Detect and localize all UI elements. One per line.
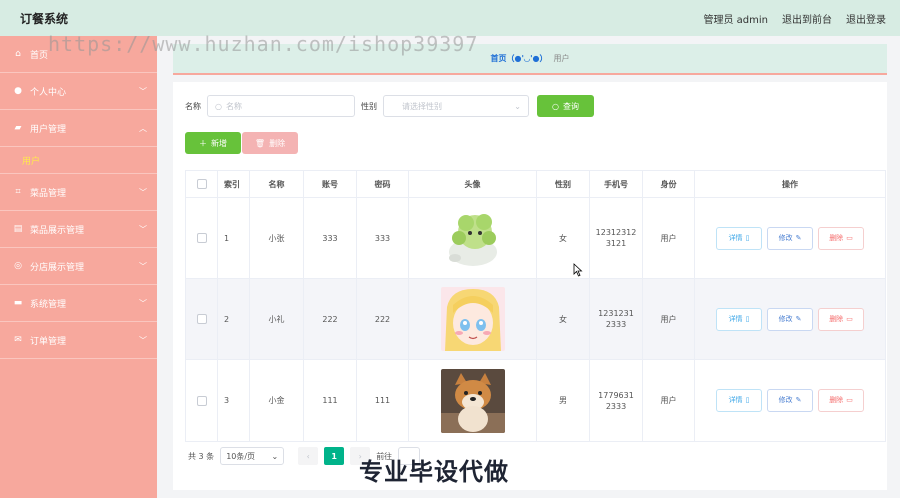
chat-icon: ▬ [13, 298, 23, 308]
header-avatar: 头像 [409, 171, 537, 197]
back-to-front-link[interactable]: 退出到前台 [782, 11, 832, 26]
trash-icon: ▭ [846, 396, 853, 404]
document-icon: ▯ [745, 314, 750, 323]
batch-delete-button[interactable]: 🗑 删除 [242, 132, 298, 154]
delete-button[interactable]: 删除 ▭ [818, 389, 864, 412]
sidebar-subitem-user[interactable]: 用户 [0, 147, 157, 174]
search-bar: 名称 ○ 名称 性别 请选择性别 ⌄ ○ 查询 [185, 95, 594, 117]
sidebar-item-branch-display[interactable]: ◎ 分店展示管理 ﹀ [0, 248, 157, 285]
search-button[interactable]: ○ 查询 [537, 95, 594, 117]
sidebar-item-dish-management[interactable]: ⌗ 菜品管理 ﹀ [0, 174, 157, 211]
header-ops: 操作 [782, 179, 798, 189]
edit-button[interactable]: 修改 ✎ [767, 226, 813, 250]
chevron-down-icon: ﹀ [139, 187, 147, 197]
avatar [440, 287, 505, 351]
search-icon: ○ [552, 101, 559, 111]
total-count: 共 3 条 [188, 451, 215, 461]
trash-icon: ▭ [846, 233, 853, 242]
row-checkbox[interactable] [196, 233, 207, 243]
logout-link[interactable]: 退出登录 [846, 11, 886, 26]
breadcrumb: 首页（●'◡'●） 用户 [173, 44, 887, 75]
header-password: 密码 [357, 171, 409, 197]
sidebar-item-user-management[interactable]: ▰ 用户管理 ︿ [0, 110, 157, 147]
mouse-cursor-icon [573, 263, 583, 277]
breadcrumb-current: 用户 [553, 54, 570, 63]
chevron-left-icon: ‹ [306, 451, 310, 461]
edit-button[interactable]: 修改 ✎ [767, 389, 813, 412]
page-number-current[interactable]: 1 [324, 447, 345, 465]
sidebar-item-home[interactable]: ⌂ 首页 [0, 36, 157, 73]
breadcrumb-home[interactable]: 首页（●'◡'●） [490, 53, 547, 64]
chevron-up-icon: ︿ [139, 123, 147, 133]
top-header: 订餐系统 管理员 admin 退出到前台 退出登录 [0, 0, 900, 36]
sidebar-item-dish-display[interactable]: ▤ 菜品展示管理 ﹀ [0, 211, 157, 248]
chevron-down-icon: ﹀ [139, 298, 147, 308]
delete-button[interactable]: 删除 ▭ [818, 226, 864, 250]
header-role: 身份 [643, 171, 695, 197]
delete-button[interactable]: 删除 ▭ [818, 307, 864, 331]
document-icon: ▯ [745, 396, 750, 404]
crop-icon: ⌗ [15, 187, 21, 197]
search-icon: ○ [215, 101, 222, 111]
detail-button[interactable]: 详情 ▯ [716, 307, 762, 331]
trash-icon: ▭ [846, 314, 853, 323]
sidebar-item-orders[interactable]: ✉ 订单管理 ﹀ [0, 322, 157, 359]
header-index: 索引 [218, 171, 250, 197]
overlay-caption: 专业毕设代做 [359, 458, 509, 486]
add-button[interactable]: ＋ 新增 [185, 132, 241, 154]
header-phone: 手机号 [590, 171, 643, 197]
select-all-checkbox[interactable] [196, 179, 207, 189]
row-checkbox[interactable] [196, 395, 207, 406]
chevron-down-icon: ﹀ [139, 224, 147, 234]
sidebar: ⌂ 首页 ● 个人中心 ﹀ ▰ 用户管理 ︿ 用户 ⌗ 菜品管理 ﹀ ▤ 菜品展… [0, 36, 157, 498]
user-icon: ● [14, 86, 22, 96]
header-sex: 性别 [537, 171, 590, 197]
page-size-select[interactable]: 10条/页 ⌄ [220, 447, 285, 465]
sidebar-item-system[interactable]: ▬ 系统管理 ﹀ [0, 285, 157, 322]
chevron-down-icon: ⌄ [514, 101, 521, 111]
detail-button[interactable]: 详情 ▯ [716, 389, 762, 412]
prev-page-button[interactable]: ‹ [298, 447, 319, 465]
chevron-down-icon: ﹀ [139, 261, 147, 271]
app-title: 订餐系统 [20, 11, 69, 26]
users-table: 索引 名称 账号 密码 头像 性别 手机号 身份 操作 1 小张 333 333 [185, 170, 886, 442]
plus-icon: ＋ [199, 138, 207, 148]
table-row: 1 小张 333 333 女 12312312 3121 用户 详情 ▯ 修改 … [186, 198, 885, 279]
compass-icon: ◎ [14, 261, 22, 271]
table-header: 索引 名称 账号 密码 头像 性别 手机号 身份 操作 [186, 171, 885, 198]
chevron-down-icon: ﹀ [139, 86, 147, 96]
sidebar-item-profile[interactable]: ● 个人中心 ﹀ [0, 73, 157, 110]
pencil-icon: ✎ [795, 314, 802, 323]
sex-label: 性别 [361, 101, 377, 111]
users-icon: ▰ [14, 123, 22, 133]
table-row: 2 小礼 222 222 女 1231231 2333 用户 详情 ▯ 修改 ✎… [186, 279, 885, 360]
pencil-icon: ✎ [795, 396, 802, 404]
home-icon: ⌂ [15, 49, 21, 59]
pencil-icon: ✎ [795, 233, 802, 242]
chevron-down-icon: ﹀ [139, 335, 147, 345]
header-name: 名称 [250, 171, 304, 197]
edit-button[interactable]: 修改 ✎ [767, 307, 813, 331]
header-account: 账号 [304, 171, 357, 197]
name-search-input[interactable]: ○ 名称 [207, 95, 355, 117]
table-row: 3 小金 111 111 男 1779631 2333 用户 详情 ▯ 修改 ✎… [186, 360, 885, 441]
avatar [440, 206, 505, 270]
content-panel: 名称 ○ 名称 性别 请选择性别 ⌄ ○ 查询 ＋ 新增 🗑 删除 索引 名称 … [173, 82, 887, 490]
trash-icon: 🗑 [254, 138, 266, 148]
sex-select[interactable]: 请选择性别 ⌄ [383, 95, 529, 117]
document-icon: ▯ [745, 233, 750, 242]
name-label: 名称 [185, 101, 201, 111]
avatar [440, 368, 505, 433]
row-checkbox[interactable] [196, 314, 207, 324]
user-label: 管理员 admin [703, 14, 768, 26]
mail-icon: ✉ [14, 335, 22, 345]
detail-button[interactable]: 详情 ▯ [716, 226, 762, 250]
chevron-down-icon: ⌄ [271, 451, 279, 461]
chart-icon: ▤ [13, 224, 23, 234]
